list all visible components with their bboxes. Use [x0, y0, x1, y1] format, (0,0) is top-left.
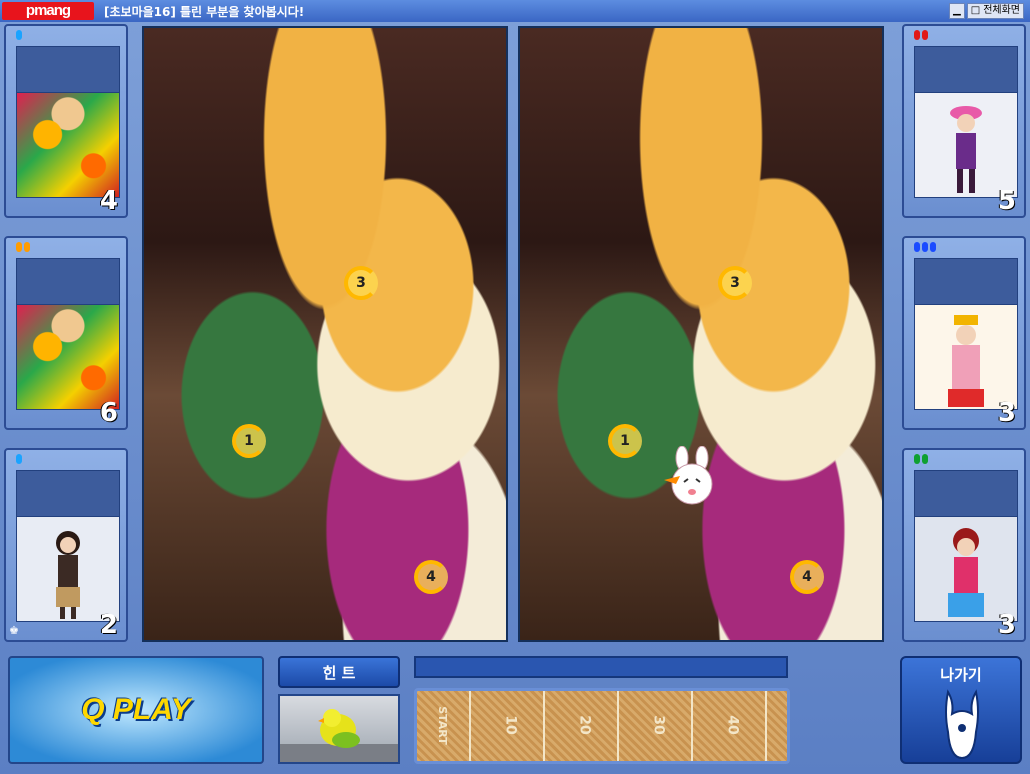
player-card-left-1[interactable]: 4 — [4, 24, 128, 218]
player-card-right-3[interactable]: 3 — [902, 448, 1026, 642]
player-name-slot — [16, 258, 120, 306]
avatar — [16, 516, 120, 622]
yard-line — [617, 691, 619, 761]
player-score: 3 — [997, 398, 1016, 428]
field-start-label: START — [435, 706, 449, 745]
field-mark-40: 40 — [724, 715, 741, 735]
avatar — [914, 304, 1018, 410]
avatar-figure — [56, 531, 80, 619]
rank-gems — [16, 30, 22, 40]
minimize-icon: ▁ — [953, 5, 961, 16]
player-score: 5 — [997, 186, 1016, 216]
exit-character-icon — [945, 689, 979, 760]
hint-item-image — [278, 694, 400, 764]
difference-marker-1[interactable]: 1 — [608, 424, 642, 458]
player-name-slot — [16, 470, 120, 518]
window-title: [초보마을16] 틀린 부분을 찾아봅시다! — [104, 5, 305, 19]
timer-progress-bar — [414, 656, 788, 678]
avatar — [914, 92, 1018, 198]
field-mark-10: 10 — [502, 715, 519, 735]
player-card-left-2[interactable]: 6 — [4, 236, 128, 430]
avatar — [914, 516, 1018, 622]
window-buttons: ▁ □ 전체화면 — [949, 3, 1024, 19]
difference-marker-1[interactable]: 1 — [232, 424, 266, 458]
right-photo[interactable]: 1 3 4 — [518, 26, 884, 642]
qplay-logo: Q PLAY — [81, 693, 191, 726]
minimize-button[interactable]: ▁ — [949, 3, 965, 19]
rabbit-cursor-icon — [664, 446, 713, 505]
avatar — [16, 92, 120, 198]
difference-marker-3[interactable]: 3 — [344, 266, 378, 300]
player-card-right-1[interactable]: 5 — [902, 24, 1026, 218]
player-name-slot — [914, 470, 1018, 518]
rank-gems — [16, 242, 30, 252]
difference-marker-3[interactable]: 3 — [718, 266, 752, 300]
exit-label: 나가기 — [940, 666, 982, 684]
maximize-icon: □ — [970, 5, 981, 16]
pmang-logo: pmang — [2, 2, 94, 20]
field-mark-30: 30 — [650, 715, 667, 735]
parakeet-icon — [280, 709, 398, 762]
fullscreen-button[interactable]: □ 전체화면 — [966, 3, 1024, 19]
player-score: 4 — [99, 186, 118, 216]
fullscreen-label: 전체화면 — [983, 5, 1020, 16]
player-name-slot — [914, 258, 1018, 306]
player-card-left-3[interactable]: ♚ 2 — [4, 448, 128, 642]
hint-button[interactable]: 힌 트 — [278, 656, 400, 688]
left-photo[interactable]: 1 3 4 — [142, 26, 508, 642]
yard-line — [543, 691, 545, 761]
player-score: 3 — [997, 610, 1016, 640]
rank-gems — [914, 454, 928, 464]
title-bar: pmang [초보마을16] 틀린 부분을 찾아봅시다! ▁ □ 전체화면 — [0, 0, 1030, 23]
yard-line — [765, 691, 767, 761]
player-score: 2 — [99, 610, 118, 640]
exit-button[interactable]: 나가기 — [900, 656, 1022, 764]
avatar-figure — [950, 106, 982, 193]
difference-marker-4[interactable]: 4 — [790, 560, 824, 594]
player-score: 6 — [99, 398, 118, 428]
rank-gems — [16, 454, 22, 464]
rank-gems — [914, 30, 928, 40]
avatar-figure — [948, 528, 984, 617]
player-card-right-2[interactable]: 3 — [902, 236, 1026, 430]
field-mark-20: 20 — [576, 715, 593, 735]
rank-gems — [914, 242, 936, 252]
avatar — [16, 304, 120, 410]
player-name-slot — [16, 46, 120, 94]
yard-line — [469, 691, 471, 761]
avatar-figure — [948, 315, 984, 407]
qplay-banner[interactable]: Q PLAY — [8, 656, 264, 764]
difference-marker-4[interactable]: 4 — [414, 560, 448, 594]
score-field: START 10 20 30 40 — [414, 688, 790, 764]
yard-line — [691, 691, 693, 761]
crown-icon: ♚ — [9, 624, 19, 637]
player-name-slot — [914, 46, 1018, 94]
